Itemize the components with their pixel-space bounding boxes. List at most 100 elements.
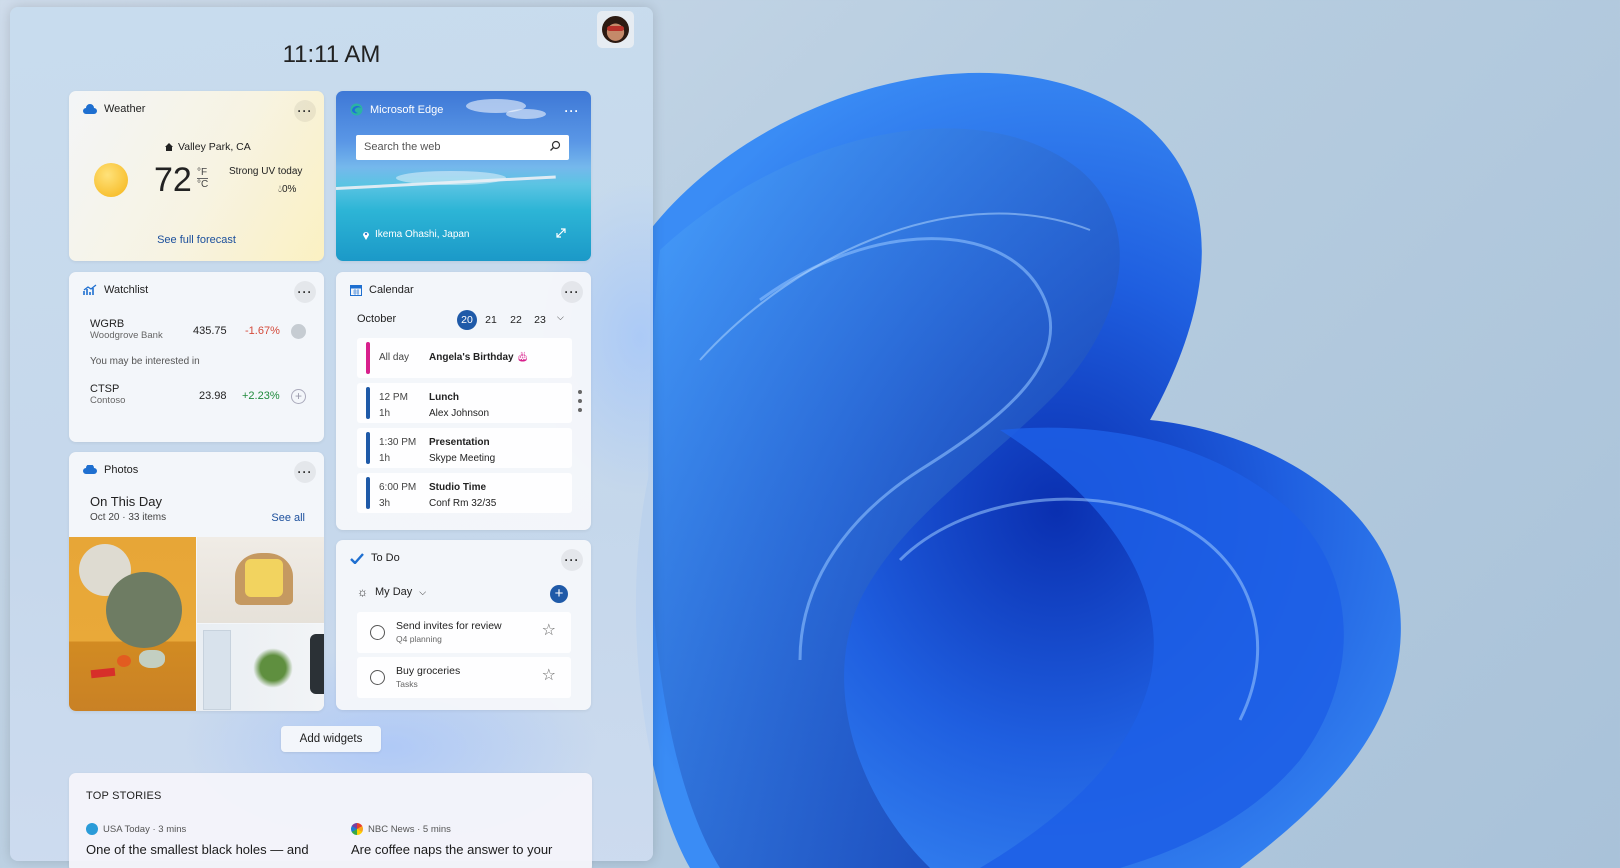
source-label: USA Today · 3 mins	[103, 823, 187, 835]
task-checkbox[interactable]	[370, 625, 385, 640]
photo-cloth	[90, 667, 116, 679]
usa-today-logo-icon	[86, 823, 98, 835]
location-label: Valley Park, CA	[178, 141, 251, 153]
unit-fahrenheit[interactable]: °F	[197, 167, 209, 179]
stock-change: -1.67%	[245, 325, 280, 337]
event-time: 1:30 PM 1h	[379, 435, 416, 467]
weather-location: Valley Park, CA	[164, 141, 251, 153]
add-task-button[interactable]: +	[550, 585, 568, 603]
event-duration: 1h	[379, 453, 391, 464]
calendar-widget[interactable]: Calendar ··· October 20 21 22 23 ⌵ All d…	[336, 272, 591, 530]
event-name: Angela's Birthday	[429, 352, 514, 363]
calendar-event[interactable]: 6:00 PM 3h Studio Time Conf Rm 32/35	[357, 473, 572, 513]
event-time: 6:00 PM 3h	[379, 480, 416, 512]
location-pin-icon	[363, 231, 369, 240]
edge-widget[interactable]: Microsoft Edge ··· Search the web Ikema …	[336, 91, 591, 261]
event-start: 1:30 PM	[379, 437, 417, 448]
star-icon[interactable]: ☆	[542, 668, 556, 684]
event-color-bar	[366, 387, 370, 419]
see-full-forecast-link[interactable]: See full forecast	[69, 234, 324, 246]
calendar-day[interactable]: 23	[530, 310, 550, 330]
photo-thumbnail[interactable]	[197, 537, 324, 623]
event-time: All day	[379, 352, 410, 363]
stock-row[interactable]: CTSP Contoso	[90, 383, 125, 406]
cake-icon: 🎂︎	[516, 352, 530, 363]
todo-widget[interactable]: To Do ··· ☼ My Day ⌵ + Send invites for …	[336, 540, 591, 710]
more-options-button[interactable]: ···	[294, 461, 316, 483]
list-selector[interactable]: ☼ My Day ⌵	[357, 585, 426, 599]
widget-header: Weather	[83, 103, 145, 115]
event-name: Presentation	[429, 437, 490, 448]
more-options-button[interactable]: ···	[561, 549, 583, 571]
stock-row[interactable]: WGRB Woodgrove Bank	[90, 318, 163, 341]
list-name: My Day	[375, 586, 413, 598]
photo-cup	[117, 655, 131, 667]
news-headline[interactable]: Are coffee naps the answer to your	[351, 842, 552, 857]
added-check-icon[interactable]	[291, 324, 306, 339]
sunny-icon	[94, 163, 128, 197]
task-list: Q4 planning	[396, 634, 442, 644]
photo-cushion	[245, 559, 283, 597]
unit-toggle[interactable]: °F °C	[197, 167, 209, 190]
photo-thumbnail[interactable]	[69, 537, 196, 711]
task-item[interactable]: Buy groceries Tasks ☆	[357, 657, 571, 698]
photo-window	[203, 630, 231, 710]
more-options-button[interactable]: ···	[294, 281, 316, 303]
task-checkbox[interactable]	[370, 670, 385, 685]
news-source: USA Today · 3 mins	[86, 823, 186, 835]
widget-header: Calendar	[350, 284, 414, 296]
event-name: Lunch	[429, 392, 459, 403]
sky-cloud	[506, 109, 546, 119]
task-title: Send invites for review	[396, 620, 502, 632]
widget-title: Calendar	[369, 284, 414, 296]
news-headline[interactable]: One of the smallest black holes — and	[86, 842, 309, 857]
widget-title: Photos	[104, 464, 139, 476]
calendar-event[interactable]: All day Angela's Birthday 🎂︎	[357, 338, 572, 378]
calendar-event[interactable]: 12 PM 1h Lunch Alex Johnson	[357, 383, 572, 423]
stock-change: +2.23%	[242, 390, 280, 402]
source-label: NBC News · 5 mins	[368, 823, 451, 835]
image-location[interactable]: Ikema Ohashi, Japan	[362, 229, 470, 240]
weather-widget[interactable]: Weather ··· Valley Park, CA 72 °F °C Str…	[69, 91, 324, 261]
calendar-day[interactable]: 21	[481, 310, 501, 330]
chevron-down-icon[interactable]: ⌵	[557, 312, 564, 323]
photo-shape	[106, 572, 182, 648]
widget-title: Microsoft Edge	[370, 103, 444, 116]
top-stories-widget[interactable]: TOP STORIES USA Today · 3 mins One of th…	[69, 773, 592, 868]
stock-symbol: WGRB	[90, 318, 125, 330]
add-widgets-button[interactable]: Add widgets	[281, 726, 381, 752]
user-avatar[interactable]	[597, 11, 634, 48]
widget-title: Weather	[104, 103, 146, 115]
watchlist-widget[interactable]: Watchlist ··· WGRB Woodgrove Bank 435.75…	[69, 272, 324, 442]
more-options-button[interactable]: ···	[561, 281, 583, 303]
task-title: Buy groceries	[396, 665, 461, 677]
sun-icon: ☼	[357, 585, 368, 599]
expand-icon[interactable]	[555, 227, 567, 239]
more-options-button[interactable]: ···	[561, 100, 583, 122]
event-time: 12 PM 1h	[379, 390, 408, 422]
event-color-bar	[366, 477, 370, 509]
scroll-indicator[interactable]	[578, 390, 582, 426]
edge-logo-icon	[350, 103, 363, 116]
more-options-button[interactable]: ···	[294, 100, 316, 122]
add-stock-icon[interactable]: +	[291, 389, 306, 404]
task-item[interactable]: Send invites for review Q4 planning ☆	[357, 612, 571, 653]
photos-widget[interactable]: Photos ··· On This Day Oct 20 · 33 items…	[69, 452, 324, 711]
calendar-day[interactable]: 22	[506, 310, 526, 330]
calendar-icon	[350, 285, 362, 296]
calendar-event[interactable]: 1:30 PM 1h Presentation Skype Meeting	[357, 428, 572, 468]
stock-price: 435.75	[193, 325, 227, 337]
section-title: TOP STORIES	[86, 790, 162, 802]
unit-celsius[interactable]: °C	[197, 179, 208, 190]
search-icon[interactable]	[549, 140, 561, 152]
weather-cloud-icon	[83, 103, 97, 114]
web-search-input[interactable]: Search the web	[356, 135, 569, 160]
memories-subtitle: Oct 20 · 33 items	[90, 512, 167, 523]
calendar-day-selected[interactable]: 20	[457, 310, 477, 330]
see-all-link[interactable]: See all	[271, 512, 305, 524]
star-icon[interactable]: ☆	[542, 623, 556, 639]
todo-check-icon	[350, 552, 364, 564]
photo-thumbnail[interactable]	[197, 624, 324, 711]
news-source: NBC News · 5 mins	[351, 823, 451, 835]
event-detail: Alex Johnson	[429, 408, 490, 419]
